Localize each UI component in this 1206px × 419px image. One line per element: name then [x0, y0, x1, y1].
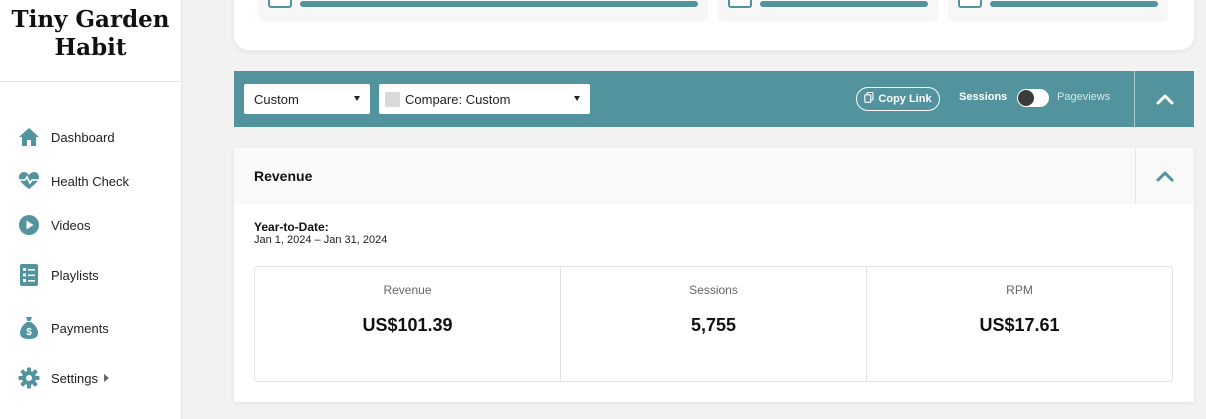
- heartbeat-icon: [18, 170, 40, 192]
- stat-label: RPM: [1006, 283, 1033, 297]
- stat-revenue: Revenue US$101.39: [255, 267, 561, 381]
- dropdown-arrow-icon: [574, 96, 580, 101]
- stat-value: 5,755: [690, 315, 737, 335]
- filter-toolbar: Custom Compare: Custom Copy Link Session…: [234, 71, 1194, 127]
- summary-tile[interactable]: [948, 0, 1168, 22]
- stats-grid: Revenue US$101.39 Sessions 5,755 RPM US$…: [254, 266, 1173, 382]
- sidebar-item-label: Payments: [51, 320, 109, 336]
- summary-tile[interactable]: [258, 0, 708, 22]
- sidebar-item-label: Settings: [51, 370, 98, 386]
- code-icon: [728, 0, 752, 8]
- stat-rpm: RPM US$17.61: [867, 267, 1172, 381]
- summary-tile[interactable]: [718, 0, 938, 22]
- panel-title: Revenue: [254, 168, 313, 184]
- compare-select[interactable]: Compare: Custom: [379, 84, 590, 114]
- stat-value: US$17.61: [979, 315, 1060, 335]
- svg-text:$: $: [26, 327, 32, 338]
- sidebar-item-label: Videos: [51, 217, 91, 233]
- sessions-pageviews-toggle[interactable]: [1017, 89, 1049, 107]
- toggle-label-sessions: Sessions: [959, 91, 1008, 103]
- summary-card: [234, 0, 1194, 50]
- progress-bar: [300, 1, 698, 7]
- gear-icon: [18, 367, 40, 389]
- stat-label: Revenue: [383, 283, 432, 297]
- revenue-panel: Revenue Year-to-Date: Jan 1, 2024 – Jan …: [234, 148, 1194, 402]
- period-range: Jan 1, 2024 – Jan 31, 2024: [254, 234, 388, 246]
- monitor-icon: [268, 0, 292, 8]
- sidebar-item-health-check[interactable]: Health Check: [18, 170, 129, 192]
- period-label: Year-to-Date:: [254, 220, 329, 234]
- money-bag-icon: $: [18, 317, 40, 339]
- copy-link-label: Copy Link: [878, 93, 932, 105]
- brand-line-1: Tiny Garden: [11, 6, 170, 33]
- sidebar-item-label: Health Check: [51, 173, 130, 189]
- sidebar-item-playlists[interactable]: Playlists: [18, 264, 99, 286]
- revenue-panel-header: Revenue: [234, 148, 1194, 204]
- progress-bar: [990, 1, 1158, 7]
- chevron-up-icon: [1156, 171, 1174, 182]
- date-range-value: Custom: [254, 91, 299, 107]
- compare-color-swatch: [385, 91, 400, 107]
- stat-sessions: Sessions 5,755: [561, 267, 867, 381]
- sidebar-item-payments[interactable]: $ Payments: [18, 317, 109, 339]
- compare-value: Compare: Custom: [405, 91, 511, 107]
- copy-link-button[interactable]: Copy Link: [856, 87, 940, 111]
- caret-right-icon: [103, 374, 109, 382]
- sidebar: Tiny Garden Habit Dashboard Health Check…: [0, 0, 182, 419]
- sidebar-item-dashboard[interactable]: Dashboard: [18, 126, 115, 148]
- stat-label: Sessions: [689, 283, 738, 297]
- date-range-select[interactable]: Custom: [244, 84, 370, 114]
- progress-bar: [760, 1, 928, 7]
- chevron-up-icon: [1156, 94, 1173, 105]
- upload-icon: [958, 0, 982, 8]
- sidebar-item-videos[interactable]: Videos: [18, 214, 91, 236]
- brand-line-2: Habit: [54, 34, 127, 61]
- play-icon: [18, 214, 40, 236]
- panel-collapse-button[interactable]: [1136, 148, 1194, 204]
- brand-logo[interactable]: Tiny Garden Habit: [0, 0, 181, 82]
- toolbar-collapse-button[interactable]: [1135, 71, 1194, 127]
- sidebar-item-label: Playlists: [51, 267, 99, 283]
- home-icon: [18, 126, 40, 148]
- copy-icon: [864, 91, 874, 106]
- toggle-label-pageviews: Pageviews: [1057, 91, 1111, 103]
- dropdown-arrow-icon: [354, 96, 360, 101]
- checklist-icon: [18, 264, 40, 286]
- toggle-knob: [1018, 90, 1034, 106]
- sidebar-item-label: Dashboard: [51, 129, 115, 145]
- sidebar-item-settings[interactable]: Settings: [18, 367, 109, 389]
- stat-value: US$101.39: [362, 315, 453, 335]
